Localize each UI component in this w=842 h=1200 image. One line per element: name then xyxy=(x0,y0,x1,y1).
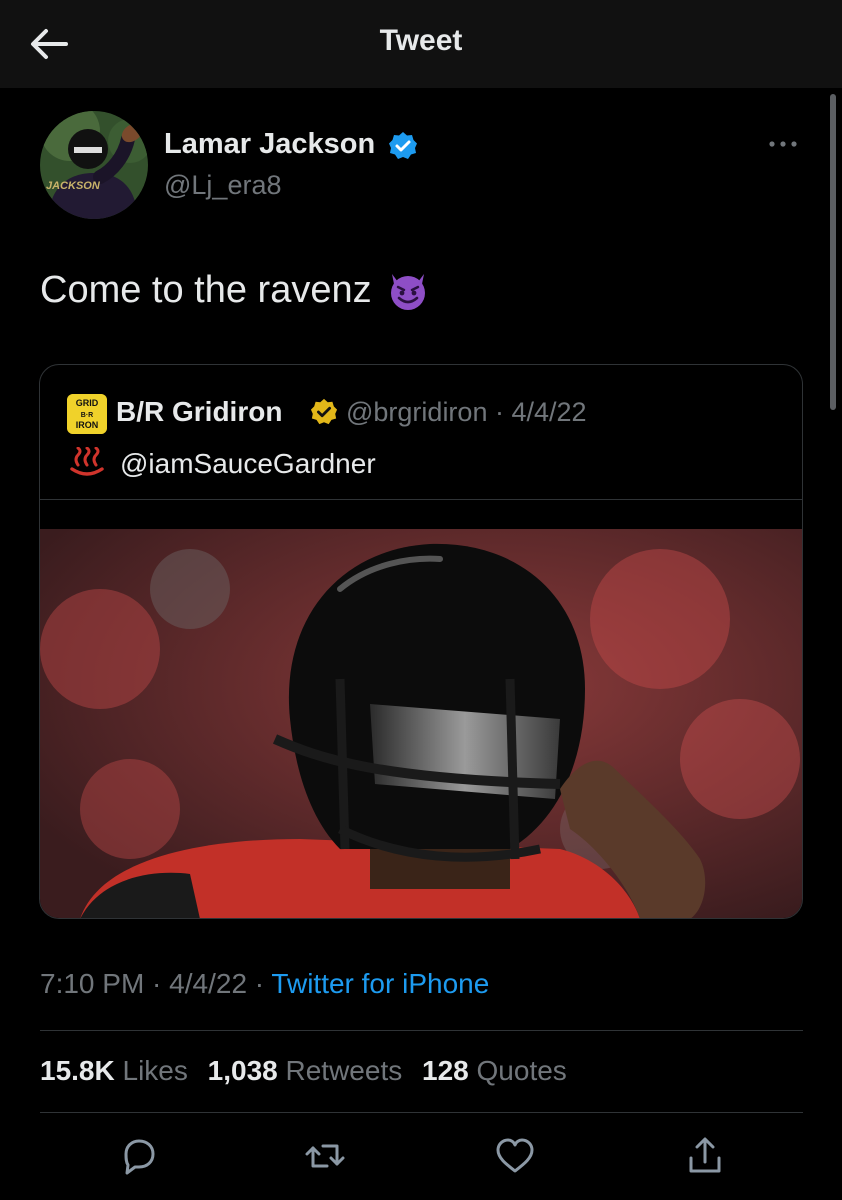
tweet-text: Come to the ravenz xyxy=(40,268,430,312)
tweet-body: Come to the ravenz xyxy=(40,268,372,311)
divider xyxy=(40,1030,803,1031)
verified-badge-icon xyxy=(389,132,417,159)
quoted-media-image[interactable] xyxy=(40,529,802,918)
likes-count: 15.8K xyxy=(40,1055,115,1086)
top-bar: Tweet xyxy=(0,0,842,88)
retweets-label: Retweets xyxy=(285,1055,403,1086)
quoted-date: 4/4/22 xyxy=(511,397,587,427)
retweets-count: 1,038 xyxy=(207,1055,278,1086)
verified-gold-badge-icon xyxy=(310,398,338,425)
scrollbar[interactable] xyxy=(830,94,836,410)
tweet-meta: 7:10 PM · 4/4/22 · Twitter for iPhone xyxy=(40,968,489,1000)
author-name[interactable]: Lamar Jackson xyxy=(164,128,375,161)
quotes-label: Quotes xyxy=(476,1055,567,1086)
retweets-stat[interactable]: 1,038 Retweets xyxy=(208,1055,422,1086)
smiling-devil-icon xyxy=(390,274,425,310)
br-gridiron-logo: GRID B·R IRON xyxy=(67,394,107,434)
quoted-author-name: B/R Gridiron xyxy=(116,396,283,427)
engagement-stats: 15.8K Likes 1,038 Retweets 128 Quotes xyxy=(40,1055,579,1087)
likes-stat[interactable]: 15.8K Likes xyxy=(40,1055,208,1086)
quoted-separator: · xyxy=(494,397,504,427)
quoted-meta: @brgridiron · 4/4/22 xyxy=(346,397,587,428)
quoted-handle: @brgridiron xyxy=(346,397,488,427)
avatar[interactable]: JACKSON xyxy=(40,111,148,219)
meta-separator: · xyxy=(144,968,170,999)
share-icon[interactable] xyxy=(684,1136,726,1176)
svg-text:B·R: B·R xyxy=(81,412,93,419)
quotes-count: 128 xyxy=(422,1055,469,1086)
hot-springs-icon xyxy=(70,447,104,476)
tweet-time: 7:10 PM xyxy=(40,968,145,999)
tweet-source-link[interactable]: Twitter for iPhone xyxy=(271,968,489,999)
likes-label: Likes xyxy=(122,1055,188,1086)
author-handle[interactable]: @Lj_era8 xyxy=(164,170,281,201)
avatar-jersey-text: JACKSON xyxy=(46,180,101,192)
retweet-icon[interactable] xyxy=(304,1136,346,1176)
svg-text:IRON: IRON xyxy=(76,420,99,430)
more-options-icon[interactable] xyxy=(766,130,800,158)
svg-text:GRID: GRID xyxy=(76,398,99,408)
quotes-stat[interactable]: 128 Quotes xyxy=(422,1055,579,1086)
meta-separator: · xyxy=(247,968,272,999)
quoted-tweet-card[interactable]: GRID B·R IRON B/R Gridiron @brgridiron ·… xyxy=(39,364,803,919)
quoted-divider xyxy=(40,499,802,500)
page-title: Tweet xyxy=(379,24,463,57)
divider xyxy=(40,1112,803,1113)
tweet-date: 4/4/22 xyxy=(169,968,248,999)
reply-icon[interactable] xyxy=(118,1136,160,1176)
like-icon[interactable] xyxy=(494,1136,536,1176)
quoted-text[interactable]: @iamSauceGardner xyxy=(120,448,376,480)
